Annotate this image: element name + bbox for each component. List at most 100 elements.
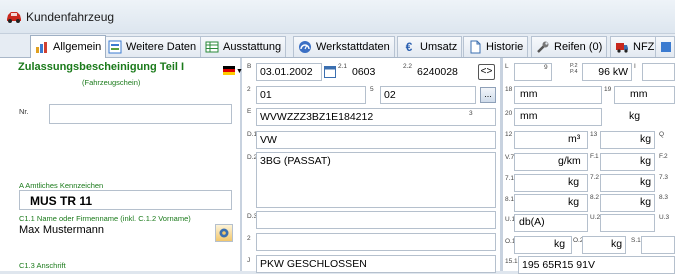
document-icon bbox=[470, 40, 481, 54]
b-label: B bbox=[247, 63, 252, 70]
r13-unit: kg bbox=[640, 133, 652, 145]
tab-historie[interactable]: Historie bbox=[463, 36, 529, 57]
wrench-icon bbox=[537, 41, 549, 53]
kennzeichen-label: A Amtliches Kennzeichen bbox=[19, 181, 104, 190]
first-registration-date-field[interactable]: 03.01.2002 bbox=[256, 63, 322, 81]
contact-lookup-button[interactable] bbox=[215, 224, 233, 242]
power-field[interactable]: 96 kW bbox=[582, 63, 632, 81]
car-app-icon bbox=[7, 12, 21, 23]
tab-label: Reifen (0) bbox=[554, 41, 603, 53]
column-separator bbox=[500, 58, 503, 271]
tab-umsatz[interactable]: € Umsatz bbox=[397, 36, 463, 57]
r20-unit: mm bbox=[520, 110, 538, 122]
f1-label: F.1 bbox=[590, 153, 599, 160]
o2-unit: kg bbox=[611, 238, 623, 250]
r81-unit: kg bbox=[568, 196, 580, 208]
form-icon bbox=[108, 40, 122, 54]
r81-label: 8.1 bbox=[505, 196, 515, 203]
three-label: 3 bbox=[469, 110, 473, 117]
tab-more[interactable] bbox=[655, 36, 675, 57]
p2-label: P.2 P.4 bbox=[570, 63, 578, 75]
anschrift-label: C1.3 Anschrift bbox=[19, 261, 66, 270]
window-title: Kundenfahrzeug bbox=[26, 10, 115, 24]
i-field[interactable] bbox=[642, 63, 675, 81]
tire-size-field[interactable]: 195 65R15 91V bbox=[518, 256, 675, 274]
g-field[interactable] bbox=[614, 108, 675, 126]
tab-reifen[interactable]: Reifen (0) bbox=[531, 36, 608, 57]
u2-field[interactable] bbox=[600, 214, 655, 232]
chevron-down-icon[interactable]: ▼ bbox=[236, 68, 243, 75]
code-22-label: 2.2 bbox=[403, 63, 413, 70]
r72-label: 7.2 bbox=[590, 174, 600, 181]
l-label: L bbox=[505, 63, 509, 70]
left-panel bbox=[14, 58, 242, 271]
tab-label: Historie bbox=[486, 41, 524, 53]
license-plate-field[interactable]: MUS TR 11 bbox=[19, 190, 232, 210]
r82-label: 8.2 bbox=[590, 194, 600, 201]
two-label: 2 bbox=[247, 235, 251, 242]
tab-nfz[interactable]: NFZ bbox=[610, 36, 660, 57]
v7-unit: g/km bbox=[558, 155, 581, 167]
u3-label: U.3 bbox=[659, 214, 670, 221]
f2-right-label: F.2 bbox=[659, 153, 668, 160]
tab-werkstattdaten[interactable]: Werkstattdaten bbox=[293, 36, 395, 57]
u2-label: U.2 bbox=[590, 214, 601, 221]
r151-label: 15.1 bbox=[505, 258, 518, 265]
nine-field[interactable] bbox=[554, 63, 568, 81]
model-field[interactable]: 3BG (PASSAT) bbox=[256, 152, 496, 208]
d3-field[interactable] bbox=[256, 211, 496, 229]
f2-label: 2 bbox=[247, 86, 251, 93]
r19-label: 19 bbox=[604, 86, 612, 93]
r18-unit: mm bbox=[520, 88, 538, 100]
s1-field[interactable] bbox=[641, 236, 675, 254]
nr-label: Nr. bbox=[19, 107, 29, 116]
q-label: Q bbox=[659, 131, 665, 138]
tab-ausstattung[interactable]: Ausstattung bbox=[200, 36, 287, 57]
nr-field[interactable] bbox=[49, 104, 232, 124]
o1-unit: kg bbox=[554, 238, 566, 250]
v7-label: V.7 bbox=[505, 154, 515, 161]
r19-unit: mm bbox=[630, 88, 648, 100]
euro-icon: € bbox=[405, 40, 413, 54]
u1-unit: db(A) bbox=[519, 216, 545, 228]
r71-label: 7.1 bbox=[505, 175, 515, 182]
tab-weitere-daten[interactable]: Weitere Daten bbox=[103, 36, 202, 57]
j-label: J bbox=[247, 257, 251, 264]
gauge-icon bbox=[299, 41, 311, 53]
tab-label: Werkstattdaten bbox=[316, 41, 390, 53]
vehicle-class-field[interactable]: PKW GESCHLOSSEN bbox=[256, 255, 496, 273]
vin-field[interactable]: WVWZZZ3BZ1E184212 bbox=[256, 108, 496, 126]
r82-unit: kg bbox=[640, 196, 652, 208]
swap-arrows-icon: <> bbox=[480, 66, 493, 77]
tab-bar: Allgemein Weitere Daten Ausstattung Werk… bbox=[0, 34, 675, 58]
code-22-field[interactable]: 6240028 bbox=[413, 63, 474, 81]
two-field[interactable] bbox=[256, 233, 496, 251]
r12-label: 12 bbox=[505, 131, 513, 138]
tab-allgemein[interactable]: Allgemein bbox=[30, 35, 107, 58]
name-value: Max Mustermann bbox=[19, 224, 104, 236]
r13-label: 13 bbox=[590, 131, 598, 138]
field-5[interactable]: 02 bbox=[380, 86, 476, 104]
german-flag-icon[interactable] bbox=[223, 66, 235, 75]
make-field[interactable]: VW bbox=[256, 131, 496, 149]
s1-label: S.1 bbox=[631, 237, 641, 244]
f1-unit: kg bbox=[640, 155, 652, 167]
code-21-field[interactable]: 0603 bbox=[348, 63, 398, 81]
calendar-icon[interactable] bbox=[324, 65, 336, 78]
tab-label: Ausstattung bbox=[223, 41, 282, 53]
g-unit: kg bbox=[629, 110, 641, 122]
code-21-label: 2.1 bbox=[338, 63, 348, 70]
r12-unit: m³ bbox=[568, 133, 581, 145]
tab-label: Weitere Daten bbox=[126, 41, 197, 53]
field-2[interactable]: 01 bbox=[256, 86, 366, 104]
i-label: I bbox=[634, 63, 636, 70]
r83-label: 8.3 bbox=[659, 194, 669, 201]
tab-label: Umsatz bbox=[420, 41, 458, 53]
r73-label: 7.3 bbox=[659, 174, 669, 181]
swap-button[interactable]: <> bbox=[478, 64, 495, 80]
tab-label: Allgemein bbox=[53, 41, 102, 53]
gear-icon bbox=[219, 228, 229, 238]
browse-button[interactable]: ... bbox=[480, 87, 496, 103]
tab-label: NFZ bbox=[633, 41, 655, 53]
truck-icon bbox=[616, 43, 628, 53]
